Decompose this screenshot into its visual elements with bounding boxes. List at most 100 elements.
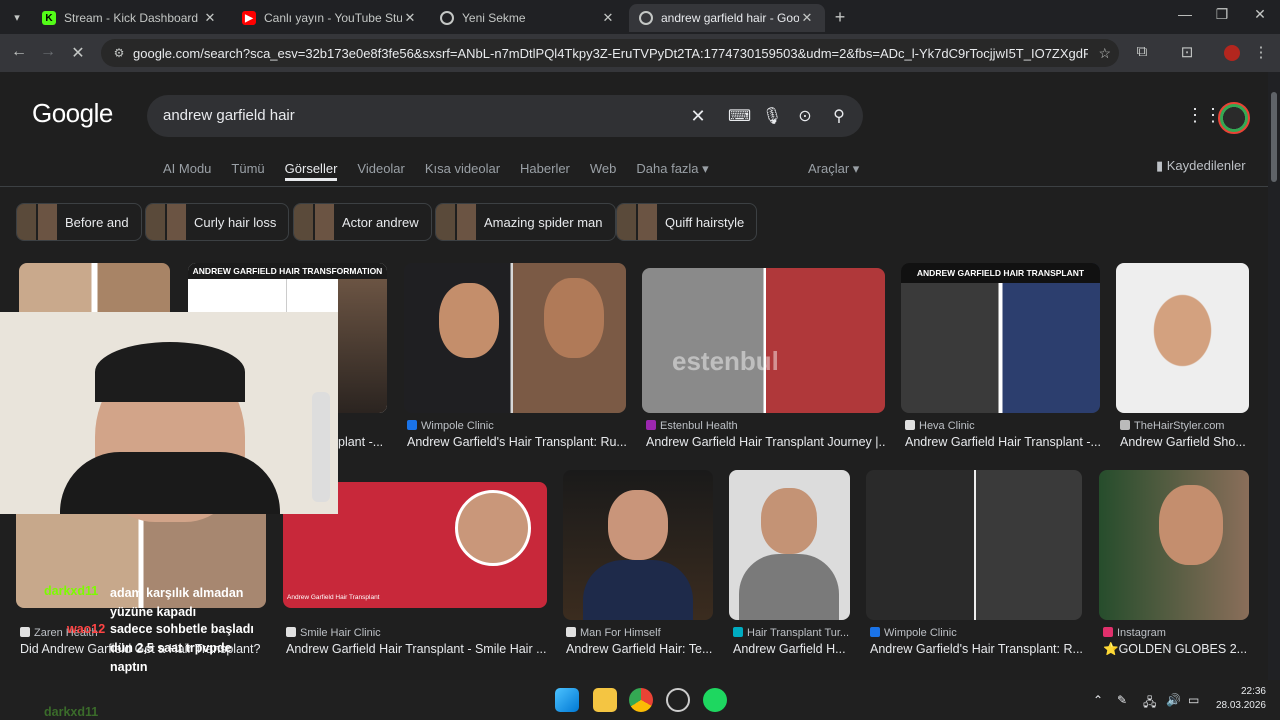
chip-actor-andrew[interactable]: Actor andrew (293, 203, 432, 241)
clock-time: 22:36 (1240, 686, 1266, 697)
result-title[interactable]: Andrew Garfield's Hair Transplant: R... (870, 642, 1084, 656)
heva-favicon-icon (905, 420, 915, 430)
system-clock[interactable]: 22:36 28.03.2026 (1210, 685, 1266, 713)
filter-web[interactable]: Web (590, 161, 617, 181)
network-icon[interactable]: 🖧 (1143, 693, 1156, 714)
tab-youtube-studio[interactable]: ▶ Canlı yayın - YouTube Studio ✕ (232, 4, 428, 32)
battery-icon[interactable]: ▭ (1188, 693, 1199, 707)
search-icon[interactable]: ⚲ (828, 106, 850, 126)
stop-loading-icon[interactable]: ✕ (67, 43, 89, 63)
result-source[interactable]: Wimpole Clinic (870, 627, 1084, 639)
result-image[interactable] (729, 470, 850, 620)
close-icon[interactable]: ✕ (402, 10, 418, 26)
search-box[interactable]: andrew garfield hair ✕ ⌨ 🎙 ⊙ ⚲ (147, 95, 863, 137)
minimize-icon[interactable]: — (1170, 6, 1200, 22)
scrollbar-thumb[interactable] (1271, 92, 1277, 182)
result-title[interactable]: Andrew Garfield Sho... (1120, 435, 1253, 449)
clear-icon[interactable]: ✕ (687, 106, 709, 127)
result-title[interactable]: Andrew Garfield Hair Transplant - Smile … (286, 642, 546, 656)
screenshot-icon[interactable]: ⊡ (1176, 43, 1198, 61)
filter-news[interactable]: Haberler (520, 161, 570, 181)
result-image[interactable] (866, 470, 1082, 620)
filter-more[interactable]: Daha fazla ▾ (636, 161, 708, 181)
bookmark-star-icon[interactable]: ☆ (1098, 45, 1111, 62)
close-icon[interactable]: ✕ (799, 10, 815, 26)
start-icon[interactable] (555, 688, 579, 712)
result-title[interactable]: Andrew Garfield H... (733, 642, 853, 656)
source-label: Wimpole Clinic (421, 420, 494, 432)
filter-all[interactable]: Tümü (231, 161, 264, 181)
profile-avatar[interactable] (1221, 43, 1243, 64)
result-title[interactable]: plant -... (338, 435, 388, 449)
tools-button[interactable]: Araçlar ▾ (808, 161, 859, 177)
filter-short-videos[interactable]: Kısa videolar (425, 161, 500, 181)
result-title[interactable]: Andrew Garfield Hair Transplant -... (905, 435, 1100, 449)
extensions-icon[interactable]: ⧉ (1131, 43, 1153, 60)
result-title[interactable]: Andrew Garfield Hair: Te... (566, 642, 716, 656)
chip-thumbnail (17, 204, 57, 240)
saved-button[interactable]: ▮ Kaydedilenler (1156, 158, 1246, 174)
search-input[interactable]: andrew garfield hair (163, 107, 295, 124)
tray-overflow-icon[interactable]: ⌃ (1093, 693, 1103, 707)
chip-quiff-hairstyle[interactable]: Quiff hairstyle (616, 203, 758, 241)
chip-label: Before and (65, 214, 129, 230)
tab-new-tab[interactable]: Yeni Sekme ✕ (430, 4, 626, 32)
obs-icon[interactable] (666, 688, 690, 712)
forward-icon[interactable]: → (37, 43, 59, 61)
pen-icon[interactable]: ✎ (1117, 693, 1127, 707)
result-title[interactable]: ⭐GOLDEN GLOBES 2... (1103, 642, 1253, 657)
tab-google-search[interactable]: andrew garfield hair - Google'da ✕ (629, 4, 825, 32)
close-icon[interactable]: ✕ (600, 10, 616, 26)
result-image[interactable] (1116, 263, 1249, 413)
result-source[interactable]: Estenbul Health (646, 420, 886, 432)
tab-search-dropdown[interactable]: ▾ (6, 7, 28, 27)
page-scrollbar[interactable] (1268, 72, 1280, 680)
new-tab-button[interactable]: + (830, 7, 850, 28)
back-icon[interactable]: ← (8, 43, 30, 61)
result-source[interactable]: Wimpole Clinic (407, 420, 627, 432)
account-avatar[interactable] (1218, 102, 1250, 134)
result-image[interactable] (1099, 470, 1249, 620)
file-explorer-icon[interactable] (593, 688, 617, 712)
address-bar[interactable]: ⚙ google.com/search?sca_esv=32b173e0e8f3… (101, 39, 1119, 67)
chip-label: Amazing spider man (484, 214, 603, 230)
filter-ai-mode[interactable]: AI Modu (163, 161, 211, 181)
result-image[interactable]: estenbul (642, 268, 885, 413)
restore-icon[interactable]: ❐ (1207, 6, 1237, 23)
result-source[interactable]: Smile Hair Clinic (286, 627, 546, 639)
menu-icon[interactable]: ⋮ (1250, 43, 1272, 61)
filter-videos[interactable]: Videolar (357, 161, 404, 181)
result-source[interactable]: Heva Clinic (905, 420, 1100, 432)
result-source[interactable]: Instagram (1103, 627, 1253, 639)
microphone-icon[interactable]: 🎙 (761, 106, 783, 126)
result-image[interactable]: ANDREW GARFIELD HAIR TRANSPLANT (901, 263, 1100, 413)
tab-label: Stream - Kick Dashboard (64, 11, 199, 25)
volume-icon[interactable]: 🔊 (1166, 693, 1181, 707)
url-text[interactable]: google.com/search?sca_esv=32b173e0e8f3fe… (133, 46, 1088, 61)
result-image[interactable] (404, 263, 626, 413)
chip-curly-hair-loss[interactable]: Curly hair loss (145, 203, 290, 241)
google-logo[interactable]: Google (32, 98, 113, 129)
result-source[interactable]: TheHairStyler.com (1120, 420, 1253, 432)
keyboard-icon[interactable]: ⌨ (728, 106, 751, 126)
close-icon[interactable]: ✕ (202, 10, 218, 26)
source-label: Hair Transplant Tur... (747, 627, 850, 639)
site-info-icon[interactable]: ⚙ (109, 46, 129, 60)
clock-date: 28.03.2026 (1215, 700, 1266, 711)
source-label: Heva Clinic (919, 420, 975, 432)
chrome-taskbar-icon[interactable] (629, 688, 653, 712)
chip-before-and[interactable]: Before and (16, 203, 142, 241)
result-source[interactable]: Man For Himself (566, 627, 716, 639)
saved-label: Kaydedilenler (1166, 158, 1246, 173)
lens-icon[interactable]: ⊙ (794, 106, 816, 126)
spotify-icon[interactable] (703, 688, 727, 712)
result-title[interactable]: Andrew Garfield Hair Transplant Journey … (646, 435, 886, 449)
close-window-icon[interactable]: ✕ (1245, 6, 1275, 23)
instagram-favicon-icon (1103, 627, 1113, 637)
result-source[interactable]: Hair Transplant Tur... (733, 627, 853, 639)
tab-kick-dashboard[interactable]: K Stream - Kick Dashboard ✕ (32, 4, 228, 32)
filter-images[interactable]: Görseller (284, 161, 338, 181)
result-image[interactable] (563, 470, 713, 620)
result-title[interactable]: Andrew Garfield's Hair Transplant: Ru... (407, 435, 627, 449)
chip-amazing-spider-man[interactable]: Amazing spider man (435, 203, 616, 241)
